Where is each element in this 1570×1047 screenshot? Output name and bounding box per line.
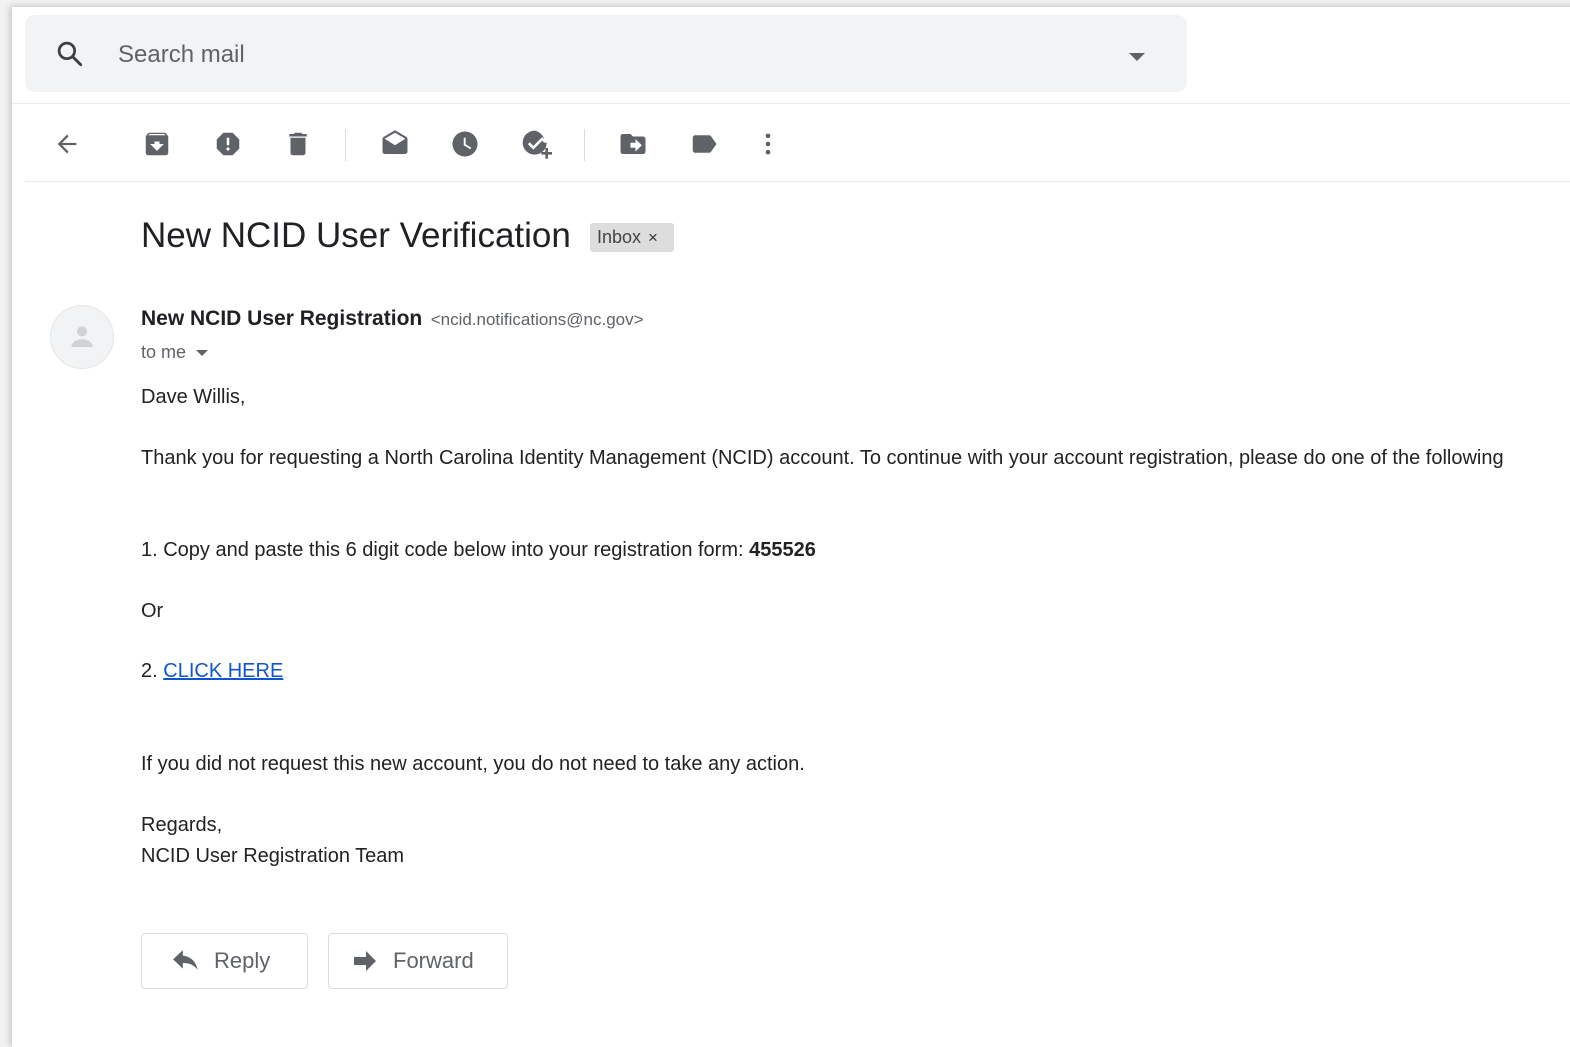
option2-prefix: 2. <box>141 660 158 682</box>
report-spam-icon[interactable] <box>210 126 246 162</box>
reply-button[interactable]: Reply <box>141 933 308 989</box>
delete-icon[interactable] <box>280 126 316 162</box>
option1-text: 1. Copy and paste this 6 digit code belo… <box>141 539 744 561</box>
inbox-label-badge[interactable]: Inbox × <box>590 223 674 252</box>
label-badge-text: Inbox <box>597 227 642 247</box>
toolbar-divider <box>25 181 1570 182</box>
sender-email: <ncid.notifications@nc.gov> <box>430 310 644 329</box>
body-signature: NCID User Registration Team <box>141 845 405 867</box>
click-here-link[interactable]: CLICK HERE <box>163 660 283 682</box>
mail-window: New NCID User Verification Inbox × New N… <box>12 7 1570 1047</box>
sender-avatar <box>50 305 114 369</box>
back-arrow-icon[interactable] <box>49 126 85 162</box>
archive-icon[interactable] <box>139 126 175 162</box>
toolbar-separator <box>345 129 346 161</box>
person-icon <box>71 326 93 347</box>
search-icon[interactable] <box>55 39 85 69</box>
body-option1: 1. Copy and paste this 6 digit code belo… <box>141 539 816 562</box>
more-vert-icon[interactable] <box>750 126 786 162</box>
body-intro: Thank you for requesting a North Carolin… <box>141 447 1504 469</box>
verification-code: 455526 <box>749 539 816 561</box>
mark-unread-icon[interactable] <box>377 126 413 162</box>
body-closing: Regards, <box>141 814 223 836</box>
remove-label-icon[interactable]: × <box>648 228 658 248</box>
toolbar-separator <box>584 129 585 161</box>
sender-line: New NCID User Registration <ncid.notific… <box>141 307 644 331</box>
forward-label: Forward <box>393 948 474 973</box>
recipient-details[interactable]: to me <box>141 342 209 363</box>
recipient-details-dropdown-icon[interactable] <box>196 349 209 356</box>
search-bar[interactable] <box>25 15 1187 92</box>
add-to-tasks-icon[interactable] <box>518 126 554 162</box>
recipient-text: to me <box>141 342 187 362</box>
search-options-dropdown-icon[interactable] <box>1129 53 1145 61</box>
body-or: Or <box>141 600 164 622</box>
body-option2: 2. CLICK HERE <box>141 660 283 683</box>
reply-label: Reply <box>214 948 271 973</box>
sender-name[interactable]: New NCID User Registration <box>141 307 422 330</box>
snooze-icon[interactable] <box>447 126 483 162</box>
forward-button[interactable]: Forward <box>328 933 508 989</box>
body-greeting: Dave Willis, <box>141 386 246 408</box>
move-to-icon[interactable] <box>615 126 651 162</box>
body-disclaimer: If you did not request this new account,… <box>141 753 805 775</box>
label-icon[interactable] <box>686 126 722 162</box>
search-input[interactable] <box>116 37 1020 73</box>
reply-icon <box>173 950 198 970</box>
forward-icon <box>354 951 376 971</box>
message-subject: New NCID User Verification <box>141 216 571 255</box>
header-divider <box>12 103 1570 104</box>
